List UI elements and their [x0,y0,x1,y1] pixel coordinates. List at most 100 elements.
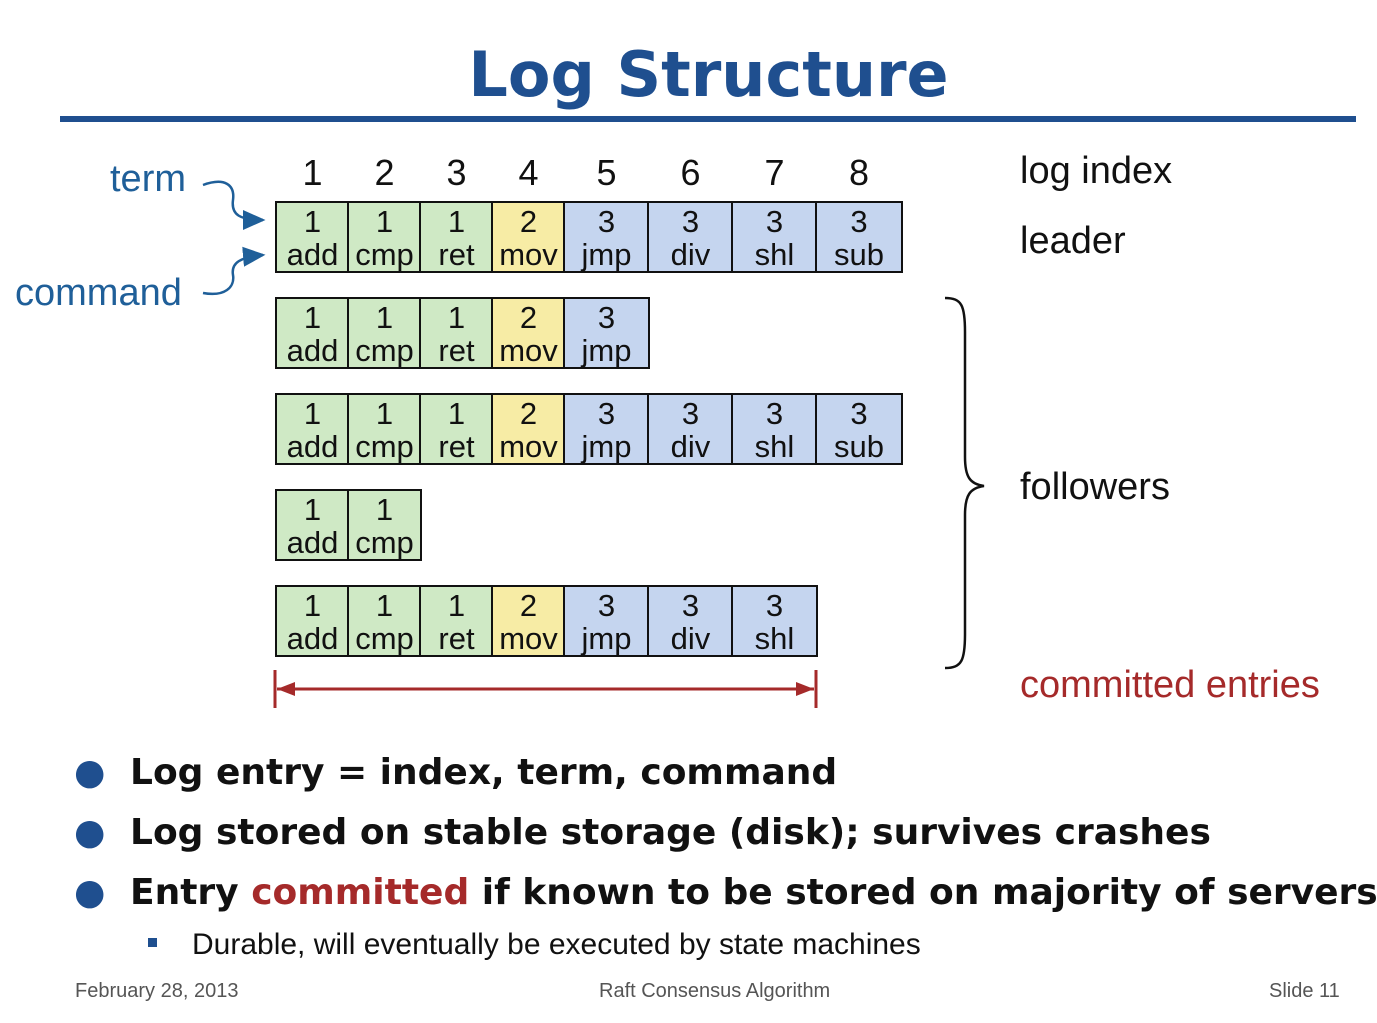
entry-command: shl [754,237,795,272]
term-arrow [202,180,266,230]
entry-term: 1 [303,300,322,335]
entry-term: 3 [597,396,616,431]
followers-brace [944,296,985,670]
entry-term: 1 [447,588,466,623]
entry-term: 1 [375,492,394,527]
log-index-6: 6 [680,152,701,193]
footer-slide: Slide 11 [1269,980,1340,1002]
command-label: command [15,272,182,314]
log-entry: 1 ret [419,201,494,273]
entry-command: shl [754,429,795,464]
footer-date: February 28, 2013 [75,980,239,1002]
entry-command: mov [499,621,558,656]
entry-command: ret [438,237,475,272]
entry-term: 1 [447,300,466,335]
entry-command: div [670,237,711,272]
log-index-5: 5 [596,152,617,193]
committed-range-arrow [273,670,818,708]
entry-command: mov [499,333,558,368]
log-index-4: 4 [518,152,539,193]
log-entry: 1 ret [419,297,494,369]
log-entry: 1 add [275,297,350,369]
log-entry: 2 mov [491,201,566,273]
log-entry: 1 add [275,489,350,561]
log-entry: 3 div [647,201,734,273]
entry-command: ret [438,621,475,656]
log-entry: 3 div [647,393,734,465]
entry-command: cmp [355,237,414,272]
annotation-arrows [202,180,266,296]
log-index-3: 3 [446,152,467,193]
entry-command: jmp [581,333,632,368]
entry-term: 1 [447,396,466,431]
entry-command: add [286,525,339,560]
commit-arrowhead-left [277,682,295,696]
entry-term: 1 [375,300,394,335]
entry-term: 1 [375,204,394,239]
entry-term: 3 [681,204,700,239]
log-entry: 3 shl [731,393,818,465]
log-entry: 3 sub [815,201,903,273]
sub-bullet-square [148,938,157,947]
entry-term: 1 [375,588,394,623]
log-entry: 1 ret [419,393,494,465]
log-entry: 1 add [275,585,350,657]
commit-arrowhead-right [796,682,814,696]
log-entry: 3 shl [731,585,818,657]
entry-command: cmp [355,525,414,560]
entry-command: mov [499,237,558,272]
log-entry: 3 div [647,585,734,657]
log-entry: 1 add [275,393,350,465]
log-entry: 1 cmp [347,201,422,273]
entry-term: 3 [597,204,616,239]
entry-term: 1 [303,396,322,431]
entry-command: sub [834,429,884,464]
log-entry: 3 shl [731,201,818,273]
entry-term: 2 [519,396,538,431]
entry-command: jmp [581,621,632,656]
entry-term: 3 [681,396,700,431]
entry-command: cmp [355,429,414,464]
log-index-label: log index [1020,150,1173,192]
entry-command: cmp [355,621,414,656]
title-rule [60,116,1356,122]
log-entry: 3 jmp [563,297,650,369]
bullet-2-text: Log stored on stable storage (disk); sur… [130,812,1211,853]
bullet-1-text: Log entry = index, term, command [130,752,838,793]
entry-command: cmp [355,333,414,368]
log-entry: 3 jmp [563,393,650,465]
entry-command: mov [499,429,558,464]
bullet-dot: ● [74,812,106,853]
entry-term: 1 [303,204,322,239]
log-index-1: 1 [302,152,323,193]
entry-term: 2 [519,588,538,623]
entry-command: jmp [581,429,632,464]
log-entry: 1 cmp [347,489,422,561]
entry-term: 3 [850,396,868,431]
entry-term: 3 [597,300,616,335]
log-entry: 2 mov [491,297,566,369]
log-entry: 1 ret [419,585,494,657]
bullet-dot: ● [74,872,106,913]
log-index-8: 8 [848,152,870,193]
entry-term: 3 [765,396,784,431]
log-index-2: 2 [374,152,395,193]
sub-bullet-text: Durable, will eventually be executed by … [192,928,921,961]
log-index-7: 7 [764,152,785,193]
entry-term: 1 [303,588,322,623]
log-entry: 3 jmp [563,201,650,273]
bullet-dot: ● [74,752,106,793]
entry-term: 2 [519,204,538,239]
term-label: term [110,158,186,200]
entry-term: 1 [303,492,322,527]
entry-term: 3 [597,588,616,623]
committed-entries-label: committed entries [1020,664,1320,706]
entry-command: ret [438,429,475,464]
log-entry: 1 add [275,201,350,273]
entry-command: shl [754,621,795,656]
entry-term: 1 [447,204,466,239]
entry-term: 3 [765,204,784,239]
entry-command: ret [438,333,475,368]
entry-term: 2 [519,300,538,335]
entry-command: sub [834,237,884,272]
